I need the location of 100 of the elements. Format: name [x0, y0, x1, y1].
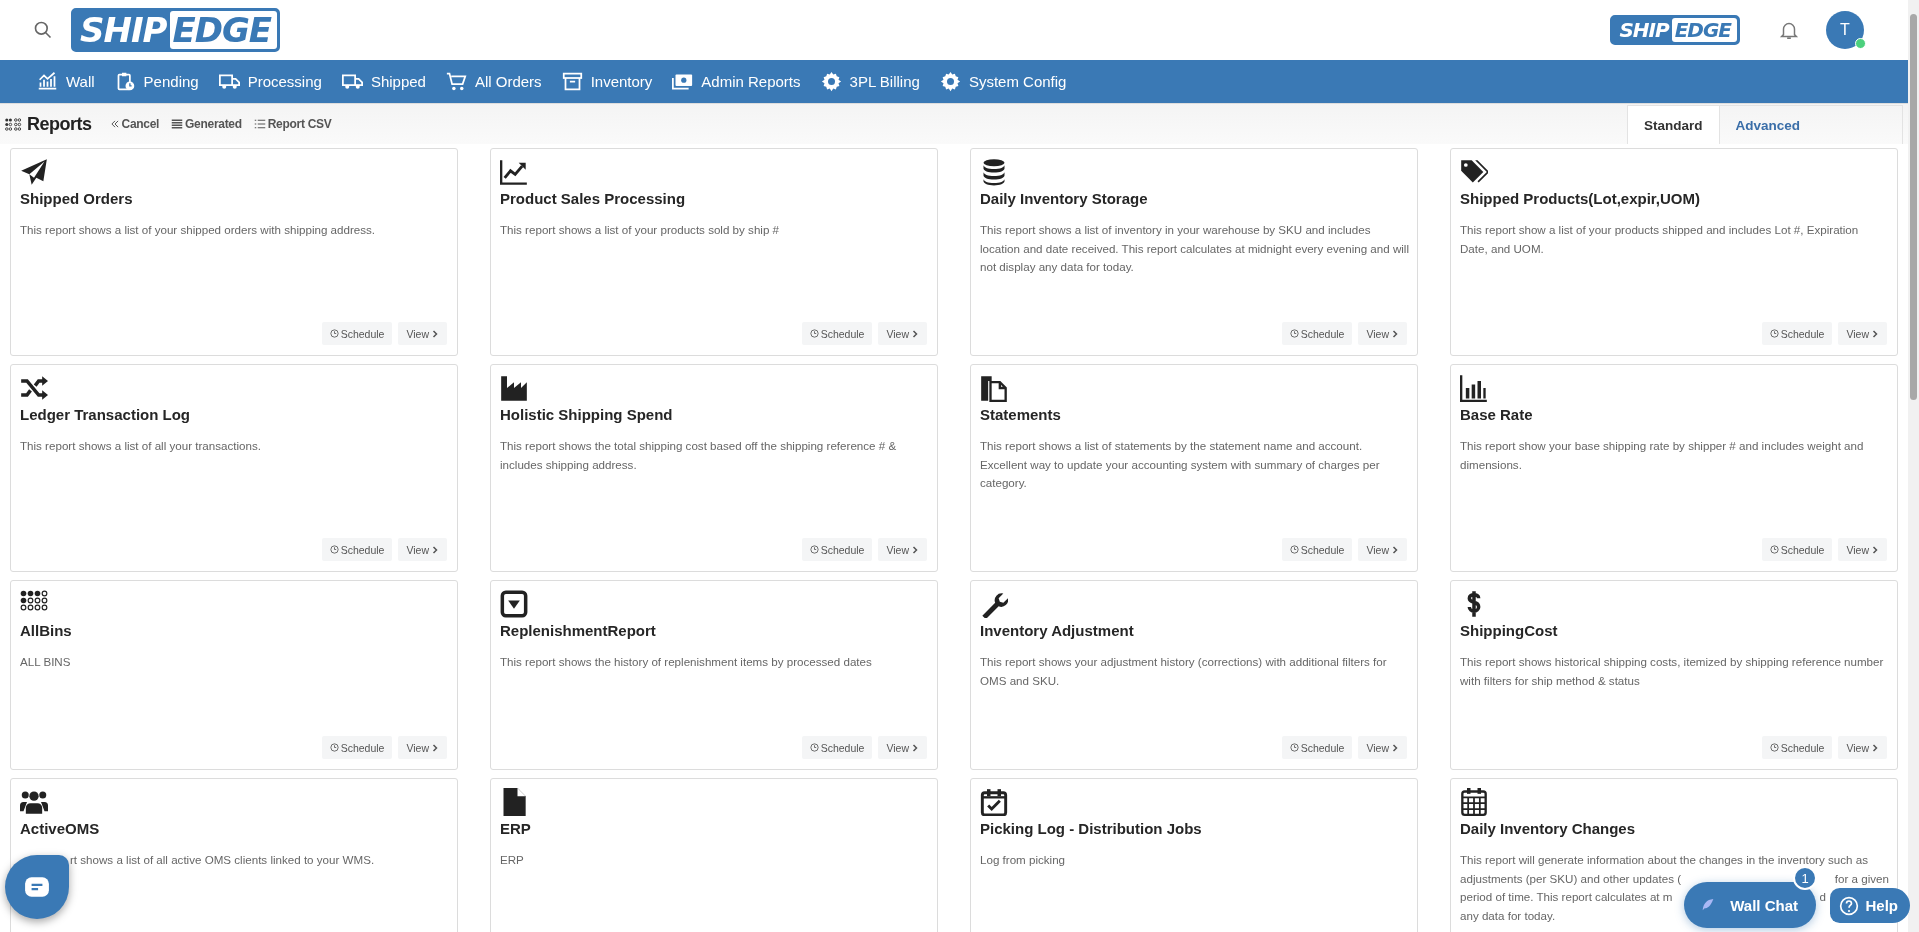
report-description: period of time. This report calculates at m [1460, 889, 1673, 905]
chart-icon [37, 71, 58, 92]
nav-link[interactable]: Admin Reports [662, 60, 811, 103]
tab[interactable]: Advanced [1719, 106, 1817, 144]
clock-icon [1289, 329, 1299, 338]
view-button[interactable]: View [1358, 322, 1407, 345]
report-card[interactable]: Base Rate This report show your base shipping rate by shipper # and includes weight and dimensions. Schedule View [1450, 364, 1898, 572]
report-card[interactable]: ERP ERP [490, 778, 938, 932]
report-title: Holistic Shipping Spend [500, 406, 674, 423]
clock-icon [1289, 743, 1299, 752]
report-card[interactable]: ActiveOMS rt shows a list of all active OMS clients linked to your WMS. [10, 778, 458, 932]
report-card[interactable]: Inventory Adjustment This report shows your adjustment history (corrections) with additional filters for OMS and SKU. Schedule View [970, 580, 1418, 770]
logo[interactable]: SHIP EDGE [71, 8, 281, 52]
report-description: any data for today. [1460, 907, 1556, 924]
chat-button[interactable] [5, 855, 69, 919]
page-title: Reports [27, 113, 92, 135]
toolbar-link[interactable]: Cancel [109, 117, 160, 131]
schedule-button[interactable]: Schedule [801, 322, 873, 345]
chevron-right-icon [911, 545, 919, 554]
nav-link[interactable]: System Config [929, 60, 1077, 103]
report-card[interactable]: AllBins ALL BINS Schedule View [10, 580, 458, 770]
view-button[interactable]: View [398, 736, 447, 759]
nav-link[interactable]: Pending [104, 60, 209, 103]
logo[interactable]: SHIP EDGE [1610, 15, 1740, 45]
question-circle-icon [1839, 895, 1860, 916]
report-card[interactable]: Picking Log - Distribution Jobs Log from picking [970, 778, 1418, 932]
report-card[interactable]: Statements This report shows a list of statements by the statement name and account. Excellent way to update your accounting system with summary of charges per category. Schedule View [970, 364, 1418, 572]
chevron-right-icon [1391, 743, 1399, 752]
report-description: rt shows a list of all active OMS clients linked to your WMS. [70, 852, 375, 868]
schedule-button[interactable]: Schedule [801, 538, 873, 561]
chevron-right-icon [1871, 743, 1879, 752]
view-button[interactable]: View [1358, 736, 1407, 759]
report-card[interactable]: Ledger Transaction Log This report shows a list of all your transactions. Schedule View [10, 364, 458, 572]
scrollbar[interactable] [1908, 0, 1919, 932]
report-card[interactable]: Shipped Orders This report shows a list of your shipped orders with shipping address. Schedule View [10, 148, 458, 356]
schedule-button[interactable]: Schedule [321, 538, 393, 561]
nav-link[interactable]: Shipped [331, 60, 436, 103]
chevron-right-icon [1871, 545, 1879, 554]
view-button[interactable]: View [1838, 736, 1887, 759]
report-description: This report shows a list of your shipped orders with shipping address. [20, 222, 377, 238]
report-title: Shipped Orders [20, 190, 134, 207]
gear-icon [939, 71, 961, 92]
toolbar-link[interactable]: Generated [171, 117, 242, 131]
avatar[interactable]: T [1826, 11, 1864, 49]
shuffle-icon [20, 374, 48, 402]
tab[interactable]: Standard [1628, 106, 1720, 144]
report-title: Daily Inventory Changes [1460, 820, 1637, 837]
nav-link[interactable]: Processing [208, 60, 332, 103]
gear-icon [820, 71, 842, 92]
chevron-right-icon [911, 743, 919, 752]
schedule-button[interactable]: Schedule [1281, 322, 1353, 345]
clock-icon [809, 545, 819, 554]
report-description: This report shows a list of all your transactions. [20, 438, 262, 454]
report-title: Picking Log - Distribution Jobs [980, 820, 1203, 837]
clock-icon [329, 329, 339, 338]
report-description: This report shows the history of replenishment items by processed dates [500, 654, 873, 670]
schedule-button[interactable]: Schedule [801, 736, 873, 759]
clock-icon [809, 329, 819, 338]
report-title: Ledger Transaction Log [20, 406, 192, 423]
double-chevron-left-icon [109, 119, 120, 129]
schedule-button[interactable]: Schedule [321, 736, 393, 759]
chevron-right-icon [431, 329, 439, 338]
report-title: Statements [980, 406, 1062, 423]
report-card[interactable]: ReplenishmentReport This report shows the history of replenishment items by processed dates Schedule View [490, 580, 938, 770]
report-card[interactable]: Product Sales Processing This report shows a list of your products sold by ship # Schedule View [490, 148, 938, 356]
report-title: ERP [500, 820, 532, 837]
wall-chat-button[interactable]: Wall Chat [1684, 882, 1816, 928]
schedule-button[interactable]: Schedule [1281, 736, 1353, 759]
help-button[interactable]: Help [1830, 888, 1910, 923]
view-button[interactable]: View [1838, 322, 1887, 345]
nav-link[interactable]: Inventory [551, 60, 663, 103]
chevron-right-icon [1391, 329, 1399, 338]
report-card[interactable] [970, 148, 1418, 356]
nav-link[interactable]: 3PL Billing [810, 60, 930, 103]
nav-link[interactable]: Wall [27, 60, 105, 103]
report-title: Product Sales Processing [500, 190, 687, 207]
clock-icon [1769, 545, 1779, 554]
dots-grid-icon [5, 117, 23, 131]
report-description: This report will generate information about the changes in the inventory such as [1460, 852, 1868, 868]
view-button[interactable]: View [1838, 538, 1887, 561]
schedule-button[interactable]: Schedule [321, 322, 393, 345]
report-card[interactable]: ShippingCost This report shows historical shipping costs, itemized by shipping reference number with filters for ship method & status Schedule View [1450, 580, 1898, 770]
view-button[interactable]: View [878, 538, 927, 561]
schedule-button[interactable]: Schedule [1761, 736, 1833, 759]
report-title: ReplenishmentReport [500, 622, 657, 639]
view-button[interactable]: View [878, 736, 927, 759]
report-title: AllBins [20, 622, 73, 639]
view-button[interactable]: View [878, 322, 927, 345]
report-description: for a given [1834, 870, 1889, 887]
view-button[interactable]: View [398, 322, 447, 345]
nav-link[interactable]: All Orders [435, 60, 552, 103]
view-button[interactable]: View [1358, 538, 1407, 561]
report-card[interactable]: Shipped Products(Lot,expir,UOM) This report show a list of your products shipped and includes Lot #, Expiration Date, and UOM. Schedule View [1450, 148, 1898, 356]
toolbar-link[interactable]: Report CSV [253, 117, 332, 131]
schedule-button[interactable]: Schedule [1281, 538, 1353, 561]
schedule-button[interactable]: Schedule [1761, 538, 1833, 561]
report-title: ActiveOMS [20, 820, 101, 837]
schedule-button[interactable]: Schedule [1761, 322, 1833, 345]
report-card[interactable]: Holistic Shipping Spend This report shows the total shipping cost based off the shipping reference # & includes shipping address. Schedule View [490, 364, 938, 572]
view-button[interactable]: View [398, 538, 447, 561]
